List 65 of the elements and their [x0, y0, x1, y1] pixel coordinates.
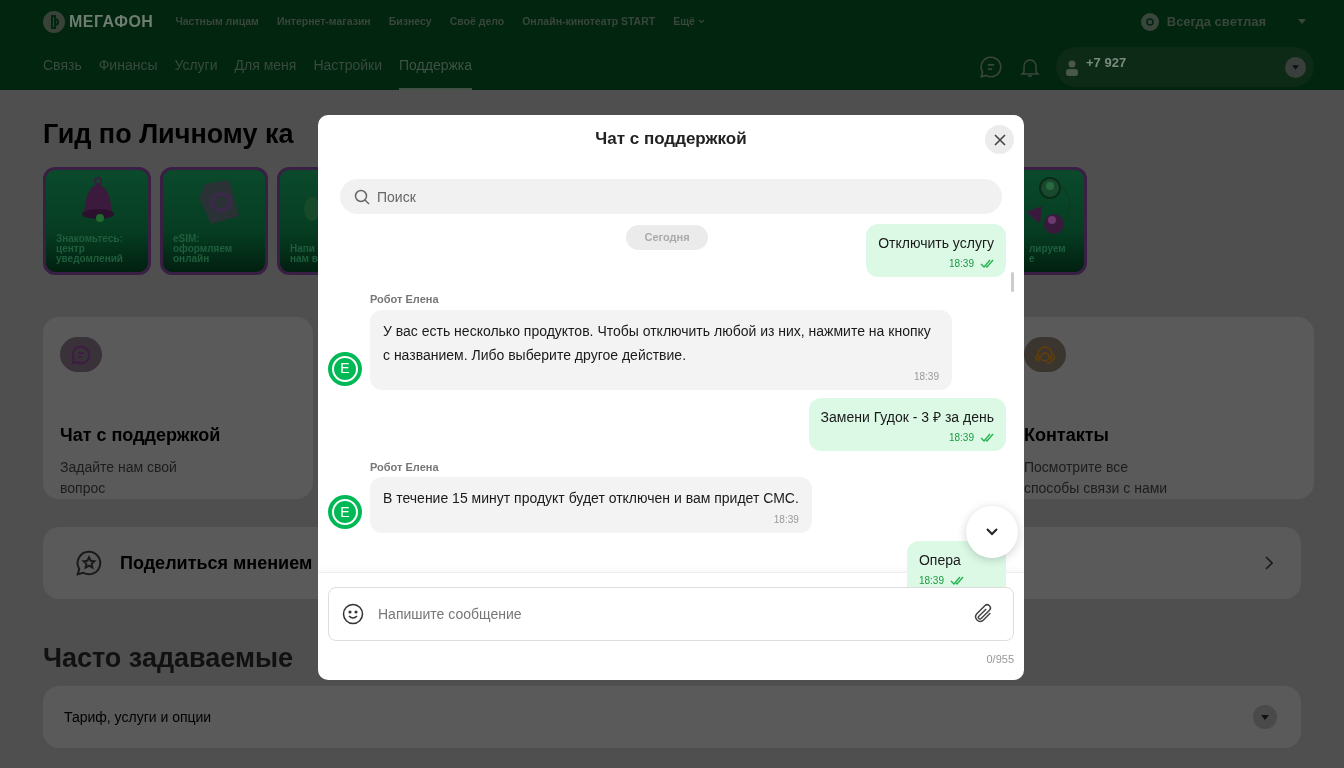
- chevron-right-icon: [1265, 556, 1273, 570]
- message-time: 18:39: [773, 513, 799, 527]
- message-time: 18:39: [913, 369, 939, 384]
- message-text: Замени Гудок - 3 ₽ за день: [820, 407, 994, 426]
- message-time: 18:39: [918, 574, 944, 588]
- account-selector[interactable]: +7 927: [1056, 46, 1314, 87]
- dialog-title: Чат с поддержкой: [595, 128, 747, 151]
- caret-icon: [697, 19, 705, 24]
- help-card[interactable]: Чат с поддержкой Задайте нам свой вопрос: [43, 317, 313, 499]
- section-title: Часто задаваемые: [43, 642, 294, 675]
- top-nav-link[interactable]: Частным лицам: [175, 13, 259, 30]
- bot-avatar: Е: [328, 351, 362, 386]
- message-text: Опера: [918, 551, 961, 569]
- expand-icon: [1253, 705, 1277, 729]
- card-title: Чат с поддержкой: [60, 424, 222, 447]
- message-field[interactable]: Напишите сообщение: [328, 587, 1014, 641]
- chat-icon[interactable]: [978, 53, 1004, 80]
- top-nav-link[interactable]: Бизнесу: [388, 13, 432, 30]
- main-nav-tab[interactable]: Настройки: [313, 43, 383, 90]
- top-nav-link[interactable]: Интернет-магазин: [276, 13, 371, 30]
- caret-icon: [1298, 19, 1306, 24]
- faq-label: Тариф, услуги и опции: [64, 707, 212, 727]
- top-nav-link[interactable]: Онлайн-кинотеатр START: [522, 13, 656, 30]
- card-title: Контакты: [1024, 424, 1110, 447]
- logo-text: МЕГАФОН: [69, 11, 154, 32]
- chevron-down-icon: [986, 528, 998, 536]
- feedback-label: Поделиться мнением: [120, 551, 313, 575]
- logo-icon: [43, 10, 65, 33]
- faq-item[interactable]: Тариф, услуги и опции: [43, 686, 1301, 748]
- character-counter: 0/955: [986, 652, 1014, 667]
- main-nav-tab[interactable]: Для меня: [234, 43, 297, 90]
- theme-icon: [1140, 12, 1159, 31]
- chat-icon: [60, 337, 102, 372]
- message-text: У вас есть несколько продуктов. Чтобы отключить любой из них, нажмите на кнопку с названием. Либо выберите другое действие.: [383, 321, 932, 365]
- message-time: 18:39: [948, 430, 974, 445]
- top-nav-link[interactable]: Своё дело: [449, 13, 505, 30]
- more-menu[interactable]: Ещё: [673, 13, 705, 30]
- emoji-icon[interactable]: [342, 603, 364, 625]
- main-nav-tab[interactable]: Поддержка: [399, 43, 473, 90]
- message-time: 18:39: [948, 257, 974, 271]
- dropdown-icon: [1285, 56, 1306, 78]
- card-description: Задайте нам свой вопрос: [60, 458, 178, 498]
- main-nav-tab[interactable]: Услуги: [174, 43, 218, 90]
- main-nav-tab[interactable]: Связь: [43, 43, 82, 90]
- page-title: Гид по Личному ка: [43, 118, 294, 151]
- search-field[interactable]: Поиск: [340, 179, 1002, 214]
- star-chat-icon: [74, 548, 104, 578]
- date-separator: Сегодня: [626, 225, 708, 250]
- user-icon: [1066, 59, 1078, 76]
- author-name: Робот Елена: [370, 459, 440, 475]
- theme-selector[interactable]: Всегда светлая: [1140, 11, 1306, 32]
- paperclip-icon[interactable]: [972, 603, 994, 625]
- message-text: В течение 15 минут продукт будет отключен и вам придет СМС.: [383, 489, 799, 508]
- story-caption: уведомлений: [56, 254, 124, 264]
- card-description: Посмотрите все способы связи с нами: [1024, 458, 1169, 498]
- author-name: Робот Елена: [370, 292, 440, 307]
- scroll-down-button[interactable]: [966, 506, 1018, 558]
- scrollbar-thumb[interactable]: [1011, 272, 1014, 292]
- bot-avatar: Е: [328, 495, 362, 529]
- search-icon: [354, 189, 370, 205]
- main-nav-tab[interactable]: Финансы: [98, 43, 158, 90]
- close-icon: [993, 133, 1006, 146]
- phone-number: +7 927: [1086, 53, 1127, 72]
- headset-icon: [1024, 337, 1066, 372]
- close-button[interactable]: [985, 125, 1014, 154]
